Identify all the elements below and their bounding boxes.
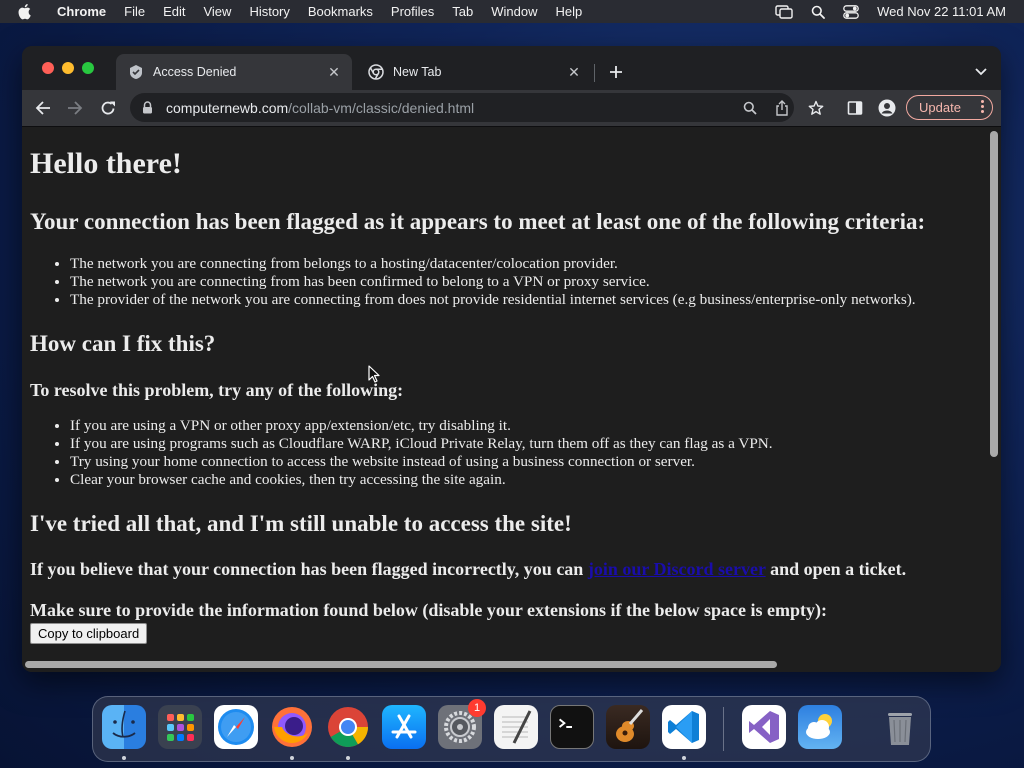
forward-arrow-icon[interactable]: [65, 98, 85, 118]
dock-separator: [723, 707, 724, 751]
menu-bar: Chrome File Edit View History Bookmarks …: [0, 0, 1024, 23]
tab-title: New Tab: [393, 65, 442, 79]
list-item: Try using your home connection to access…: [70, 453, 773, 471]
list-item: The network you are connecting from belo…: [70, 255, 916, 273]
chrome-running-indicator: [346, 756, 350, 760]
close-tab-icon[interactable]: ✕: [566, 64, 582, 80]
share-icon[interactable]: [774, 100, 790, 116]
url-path: /collab-vm/classic/denied.html: [288, 99, 475, 116]
incorrect-suffix: and open a ticket.: [765, 559, 907, 579]
menu-tab[interactable]: Tab: [452, 4, 473, 19]
mouse-cursor-icon: [368, 365, 380, 388]
zoom-search-icon[interactable]: [742, 100, 758, 116]
side-panel-icon[interactable]: [845, 98, 865, 118]
weather-icon[interactable]: [798, 705, 842, 749]
update-label: Update: [919, 100, 961, 115]
reload-icon[interactable]: [98, 98, 118, 118]
tab-title: Access Denied: [153, 65, 237, 79]
vertical-scrollbar[interactable]: [987, 127, 1001, 657]
vertical-scrollbar-thumb[interactable]: [990, 131, 998, 457]
lock-icon[interactable]: [142, 101, 156, 114]
fix-heading: How can I fix this?: [30, 331, 216, 356]
url-host: computernewb.com: [166, 99, 289, 116]
discord-server-link[interactable]: join our Discord server: [588, 559, 766, 579]
visual-studio-icon[interactable]: [742, 705, 786, 749]
copy-to-clipboard-button[interactable]: Copy to clipboard: [30, 623, 148, 644]
app-store-icon[interactable]: [382, 705, 426, 749]
resolve-heading: To resolve this problem, try any of the …: [30, 380, 404, 400]
list-item: If you are using programs such as Cloudf…: [70, 435, 773, 453]
vscode-icon[interactable]: [662, 705, 706, 749]
menu-bookmarks[interactable]: Bookmarks: [308, 4, 373, 19]
garageband-icon[interactable]: [606, 705, 650, 749]
update-chrome-button[interactable]: Update: [906, 95, 993, 120]
bookmark-star-icon[interactable]: [806, 98, 826, 118]
chrome-favicon-icon: [368, 64, 384, 80]
safari-icon[interactable]: [214, 705, 258, 749]
close-tab-icon[interactable]: ✕: [326, 64, 342, 80]
address-bar[interactable]: computernewb.com/collab-vm/classic/denie…: [130, 93, 794, 122]
finder-running-indicator: [122, 756, 126, 760]
tab-new-tab[interactable]: New Tab ✕: [356, 54, 592, 90]
menu-view[interactable]: View: [203, 4, 231, 19]
menu-profiles[interactable]: Profiles: [391, 4, 434, 19]
vscode-running-indicator: [682, 756, 686, 760]
criteria-list: The network you are connecting from belo…: [30, 255, 916, 309]
list-item: If you are using a VPN or other proxy ap…: [70, 417, 773, 435]
tab-access-denied[interactable]: Access Denied ✕: [116, 54, 352, 90]
page-content: Hello there! Your connection has been fl…: [22, 127, 987, 657]
menu-history[interactable]: History: [249, 4, 289, 19]
finder-icon[interactable]: [102, 705, 146, 749]
menu-bar-clock[interactable]: Wed Nov 22 11:01 AM: [877, 4, 1006, 19]
minimize-window-button[interactable]: [62, 62, 74, 74]
incorrect-flag-paragraph: If you believe that your connection has …: [30, 559, 906, 580]
tab-strip: Access Denied ✕ New Tab ✕: [22, 46, 1001, 90]
spotlight-search-icon[interactable]: [811, 5, 826, 19]
new-tab-plus-icon[interactable]: [606, 62, 626, 82]
screen-mirroring-icon[interactable]: [775, 4, 793, 19]
apple-menu-icon[interactable]: [18, 3, 34, 20]
firefox-running-indicator: [290, 756, 294, 760]
terminal-icon[interactable]: [550, 705, 594, 749]
menu-file[interactable]: File: [124, 4, 145, 19]
close-window-button[interactable]: [42, 62, 54, 74]
trash-icon[interactable]: [878, 705, 922, 749]
chrome-window: Access Denied ✕ New Tab ✕ computernewb.c…: [22, 46, 1001, 672]
tab-separator: [594, 64, 595, 82]
launchpad-icon[interactable]: [158, 705, 202, 749]
dock: 1: [92, 696, 931, 762]
control-center-icon[interactable]: [843, 4, 859, 19]
firefox-icon[interactable]: [270, 705, 314, 749]
fixes-list: If you are using a VPN or other proxy ap…: [30, 417, 773, 489]
url-text: computernewb.com/collab-vm/classic/denie…: [166, 100, 474, 116]
menu-window[interactable]: Window: [491, 4, 537, 19]
page-title: Hello there!: [30, 147, 182, 180]
settings-notification-badge: 1: [468, 699, 486, 717]
menu-help[interactable]: Help: [556, 4, 583, 19]
chrome-icon[interactable]: [326, 705, 370, 749]
list-item: Clear your browser cache and cookies, th…: [70, 471, 773, 489]
incorrect-prefix: If you believe that your connection has …: [30, 559, 588, 579]
menu-app-name[interactable]: Chrome: [57, 4, 106, 19]
zoom-window-button[interactable]: [82, 62, 94, 74]
horizontal-scrollbar[interactable]: [22, 657, 1001, 672]
kebab-menu-icon[interactable]: [981, 100, 984, 113]
back-arrow-icon[interactable]: [33, 98, 53, 118]
profile-avatar-icon[interactable]: [877, 98, 897, 118]
tried-heading: I've tried all that, and I'm still unabl…: [30, 511, 572, 536]
tab-search-chevron-down-icon[interactable]: [973, 64, 989, 80]
menu-edit[interactable]: Edit: [163, 4, 185, 19]
collabvm-favicon-icon: [128, 64, 144, 80]
info-heading: Make sure to provide the information fou…: [30, 600, 828, 620]
horizontal-scrollbar-thumb[interactable]: [25, 661, 777, 668]
list-item: The provider of the network you are conn…: [70, 291, 916, 309]
textedit-icon[interactable]: [494, 705, 538, 749]
list-item: The network you are connecting from has …: [70, 273, 916, 291]
criteria-heading: Your connection has been flagged as it a…: [30, 209, 926, 234]
browser-toolbar: computernewb.com/collab-vm/classic/denie…: [22, 90, 1001, 127]
